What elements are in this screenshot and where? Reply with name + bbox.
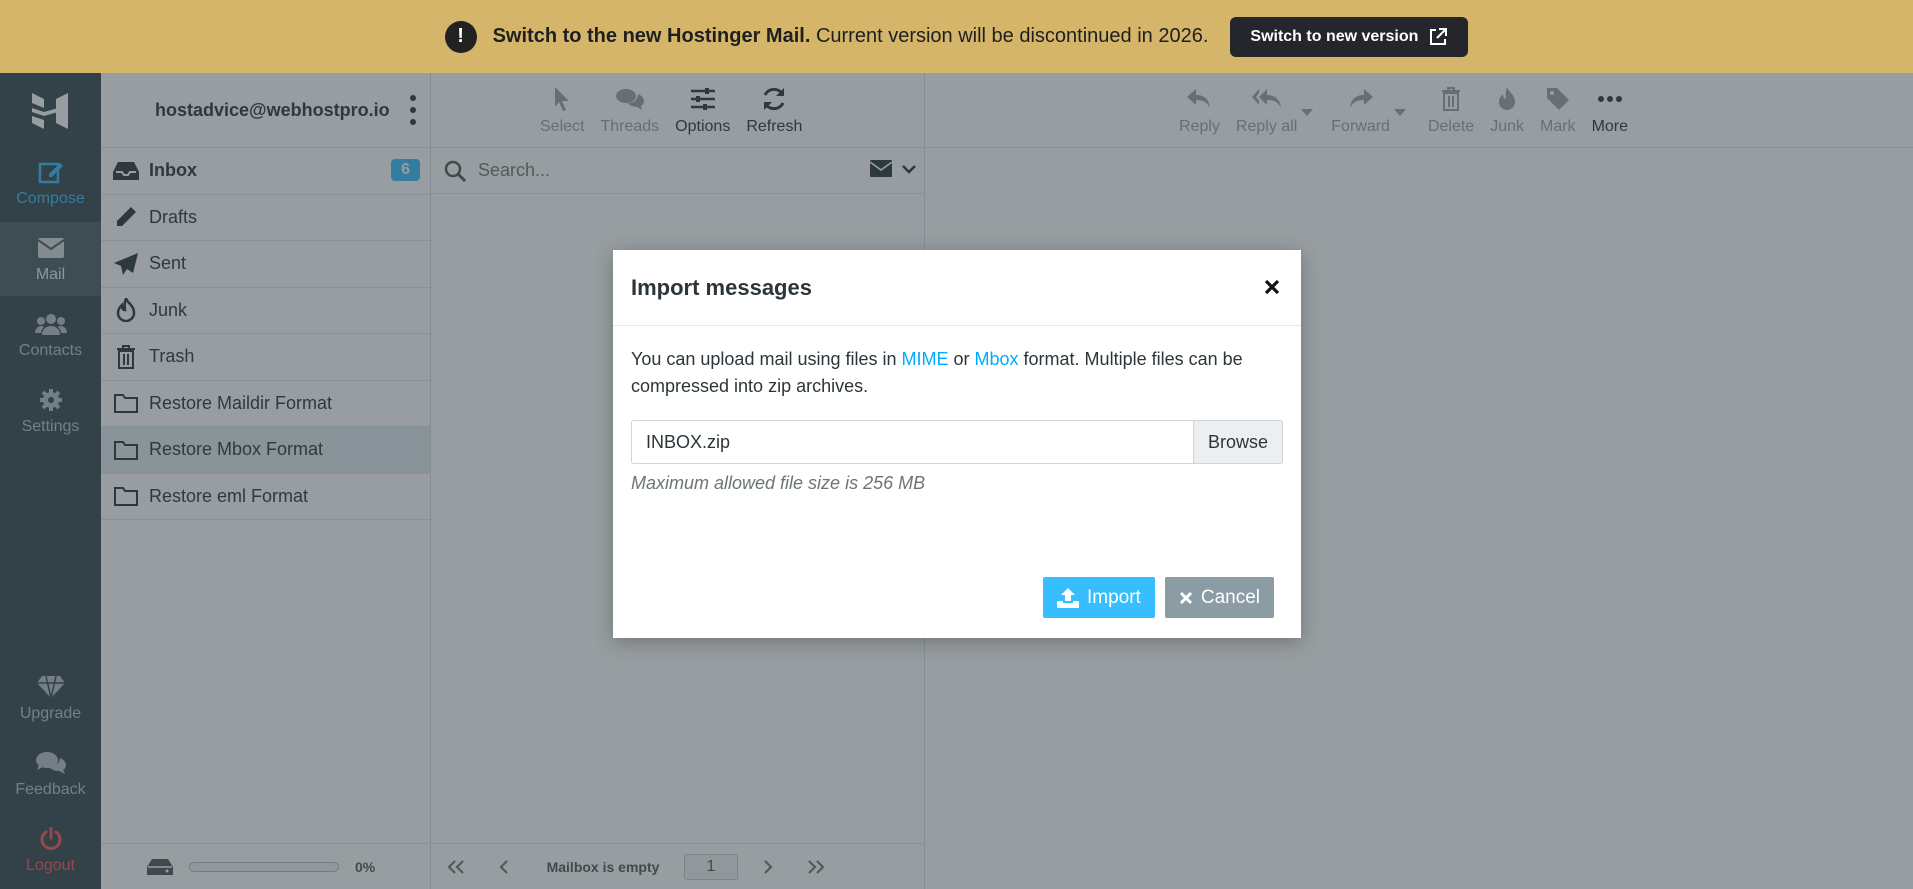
banner-message: Current version will be discontinued in … [810,25,1209,47]
dialog-footer: Import Cancel [1042,577,1274,618]
banner-headline: Switch to the new Hostinger Mail. [492,25,811,47]
dialog-close-button[interactable] [1259,274,1285,300]
switch-version-label: Switch to new version [1250,27,1419,45]
description-text: You can upload mail using files in [631,349,902,369]
dialog-header: Import messages [613,250,1301,326]
upload-icon [1056,587,1079,608]
banner-text: Switch to the new Hostinger Mail. Curren… [493,25,1209,48]
cancel-button[interactable]: Cancel [1164,577,1274,618]
file-input[interactable]: INBOX.zip [631,420,1193,464]
switch-version-button[interactable]: Switch to new version [1230,16,1469,57]
dialog-description: You can upload mail using files in MIME … [631,346,1283,400]
dialog-title: Import messages [631,274,812,300]
cancel-label: Cancel [1200,586,1260,608]
mime-link[interactable]: MIME [902,349,949,369]
mbox-link[interactable]: Mbox [975,349,1019,369]
close-icon [1179,591,1192,604]
dialog-body: You can upload mail using files in MIME … [613,326,1301,517]
file-size-hint: Maximum allowed file size is 256 MB [631,473,926,493]
description-text: or [948,349,975,369]
close-icon [1264,279,1280,295]
external-link-icon [1430,27,1448,45]
import-label: Import [1086,586,1141,608]
browse-button[interactable]: Browse [1193,420,1283,464]
file-picker: INBOX.zip Browse [631,420,1283,464]
announcement-banner: ! Switch to the new Hostinger Mail. Curr… [0,0,1913,73]
exclamation-icon: ! [444,20,477,53]
import-button[interactable]: Import [1042,577,1155,618]
import-messages-dialog: Import messages You can upload mail usin… [613,250,1301,638]
